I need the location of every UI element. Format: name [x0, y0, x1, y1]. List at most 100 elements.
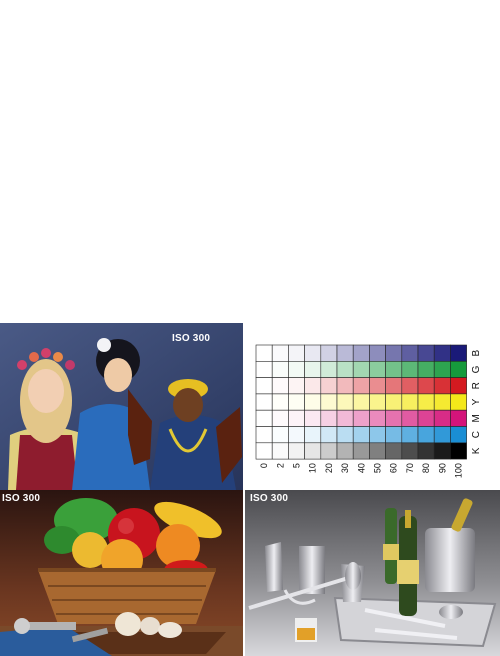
swatch-R-2	[271, 377, 289, 395]
column-label-50: 50	[373, 463, 383, 473]
swatch-C-20	[320, 426, 338, 444]
swatch-K-10	[304, 442, 322, 460]
swatch-B-60	[385, 344, 403, 362]
swatch-M-90	[433, 409, 451, 427]
column-label-60: 60	[389, 463, 399, 473]
swatch-M-100	[450, 409, 467, 427]
swatch-R-40	[352, 377, 370, 395]
row-label-M: M	[471, 414, 482, 422]
swatch-G-30	[336, 360, 354, 378]
swatch-Y-60	[385, 393, 403, 411]
swatch-K-100	[450, 442, 467, 460]
swatch-B-70	[401, 344, 419, 362]
swatch-G-100	[450, 360, 467, 378]
swatch-K-60	[385, 442, 403, 460]
swatch-G-2	[271, 360, 289, 378]
silverware-photo: ISO 300	[245, 490, 500, 656]
fruit-illustration	[0, 490, 243, 656]
row-label-R: R	[471, 382, 482, 389]
column-label-80: 80	[421, 463, 431, 473]
swatch-M-20	[320, 409, 338, 427]
swatch-B-40	[352, 344, 370, 362]
swatch-R-20	[320, 377, 338, 395]
iso-label: ISO 300	[250, 493, 289, 504]
swatch-C-2	[271, 426, 289, 444]
swatch-C-90	[433, 426, 451, 444]
swatch-G-0	[255, 360, 273, 378]
swatch-R-100	[450, 377, 467, 395]
swatch-M-0	[255, 409, 273, 427]
swatch-Y-90	[433, 393, 451, 411]
swatch-G-90	[433, 360, 451, 378]
swatch-B-0	[255, 344, 273, 362]
row-label-G: G	[471, 365, 482, 373]
column-label-5: 5	[292, 463, 302, 468]
swatch-K-5	[288, 442, 305, 460]
column-label-100: 100	[454, 463, 464, 478]
swatch-Y-2	[271, 393, 289, 411]
swatch-K-50	[369, 442, 386, 460]
swatch-M-2	[271, 409, 289, 427]
swatch-Y-30	[336, 393, 354, 411]
swatch-C-40	[352, 426, 370, 444]
swatch-M-30	[336, 409, 354, 427]
swatch-Y-80	[417, 393, 435, 411]
swatch-R-0	[255, 377, 273, 395]
swatch-R-10	[304, 377, 322, 395]
swatch-M-10	[304, 409, 322, 427]
swatch-K-80	[417, 442, 435, 460]
swatch-R-90	[433, 377, 451, 395]
iso-label: ISO 300	[172, 333, 211, 344]
swatch-C-0	[255, 426, 273, 444]
swatch-B-30	[336, 344, 354, 362]
swatch-K-0	[255, 442, 273, 460]
swatch-K-30	[336, 442, 354, 460]
swatch-K-90	[433, 442, 451, 460]
swatch-B-50	[369, 344, 386, 362]
swatch-G-50	[369, 360, 386, 378]
swatch-G-80	[417, 360, 435, 378]
column-label-40: 40	[356, 463, 366, 473]
swatch-R-60	[385, 377, 403, 395]
row-label-Y: Y	[471, 398, 482, 405]
swatch-Y-20	[320, 393, 338, 411]
swatch-K-70	[401, 442, 419, 460]
swatch-C-30	[336, 426, 354, 444]
column-label-20: 20	[324, 463, 334, 473]
column-label-90: 90	[437, 463, 447, 473]
swatch-M-70	[401, 409, 419, 427]
swatch-G-40	[352, 360, 370, 378]
swatch-Y-40	[352, 393, 370, 411]
row-label-B: B	[471, 349, 482, 356]
color-chart-svg: B G R Y M C K 0 2 5 10 20 30 40 50 60 70 80 90 100	[255, 344, 482, 478]
swatch-G-20	[320, 360, 338, 378]
swatch-Y-100	[450, 393, 467, 411]
swatch-M-60	[385, 409, 403, 427]
swatch-Y-50	[369, 393, 386, 411]
swatch-C-60	[385, 426, 403, 444]
swatch-B-5	[288, 344, 305, 362]
portrait-illustration	[0, 323, 243, 490]
swatch-K-2	[271, 442, 289, 460]
swatch-M-80	[417, 409, 435, 427]
swatch-C-70	[401, 426, 419, 444]
swatch-C-50	[369, 426, 386, 444]
swatch-Y-70	[401, 393, 419, 411]
swatch-B-80	[417, 344, 435, 362]
swatch-R-80	[417, 377, 435, 395]
swatch-R-50	[369, 377, 386, 395]
swatch-B-100	[450, 344, 467, 362]
portrait-photo: ISO 300	[0, 323, 243, 490]
row-label-K: K	[471, 447, 482, 454]
swatch-M-5	[288, 409, 305, 427]
swatch-G-70	[401, 360, 419, 378]
swatch-B-90	[433, 344, 451, 362]
row-label-C: C	[471, 431, 482, 438]
swatch-C-80	[417, 426, 435, 444]
swatch-G-5	[288, 360, 305, 378]
swatch-G-60	[385, 360, 403, 378]
color-chart: B G R Y M C K 0 2 5 10 20 30 40 50 60 70 80 90 100	[245, 323, 500, 490]
column-label-0: 0	[259, 463, 269, 468]
column-label-30: 30	[340, 463, 350, 473]
column-label-2: 2	[275, 463, 285, 468]
